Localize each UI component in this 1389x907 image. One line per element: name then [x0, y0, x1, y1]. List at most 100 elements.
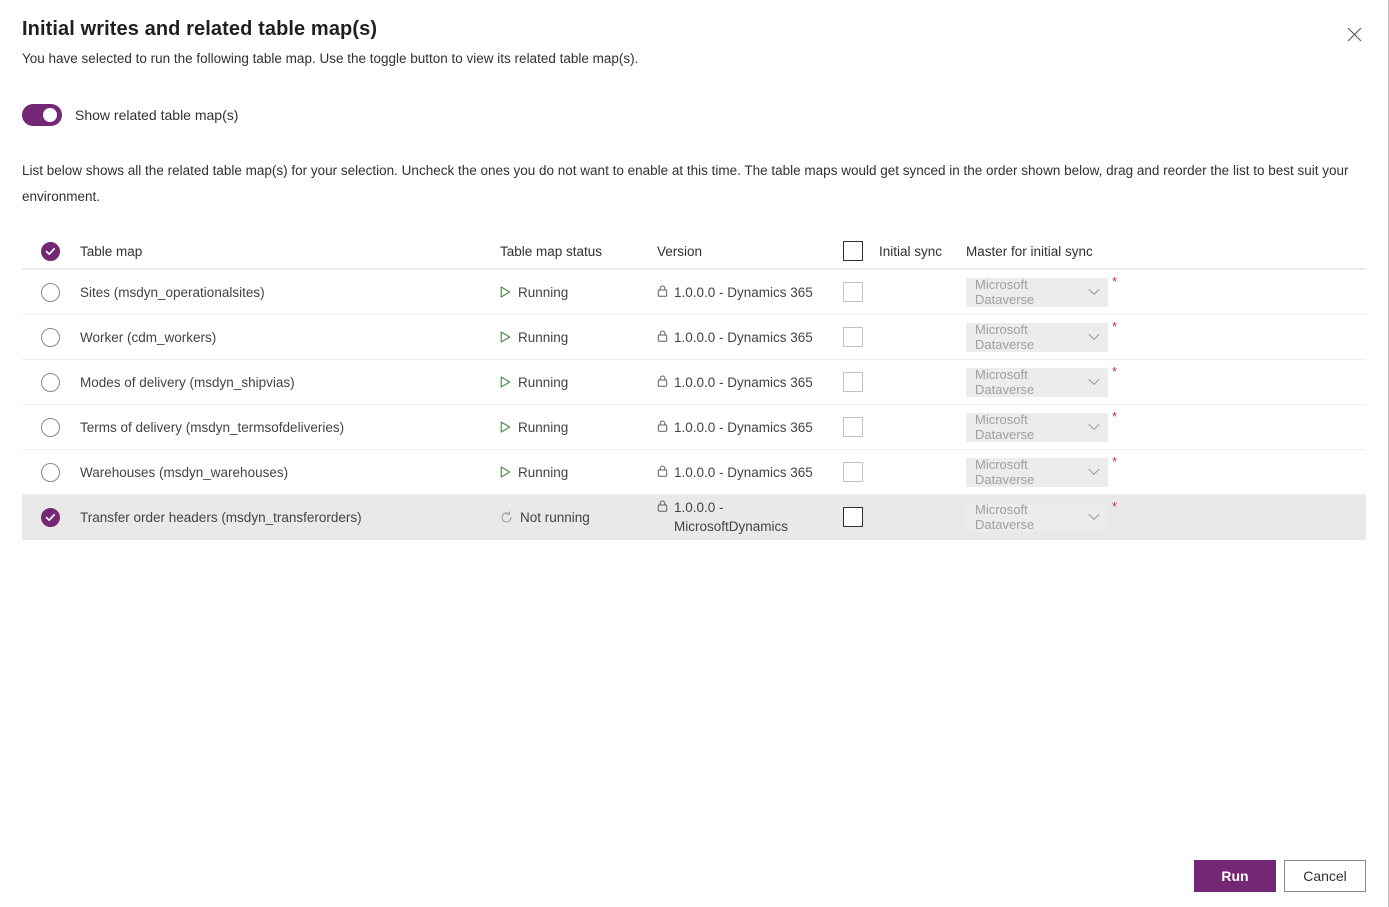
master-dropdown-value: Microsoft Dataverse: [975, 322, 1035, 352]
dialog-subtitle: You have selected to run the following t…: [22, 51, 639, 66]
row-select-cell[interactable]: [22, 462, 78, 482]
master-dropdown-value: Microsoft Dataverse: [975, 277, 1035, 307]
close-button[interactable]: [1338, 18, 1370, 50]
master-for-initial-sync-dropdown[interactable]: Microsoft Dataverse: [966, 367, 1108, 397]
master-for-initial-sync-dropdown[interactable]: Microsoft Dataverse: [966, 412, 1108, 442]
table-map-name: Sites (msdyn_operationalsites): [80, 284, 265, 300]
version-label: 1.0.0.0 - MicrosoftDynamics: [674, 500, 789, 534]
table-maps-table: Table map Table map status Version Initi…: [22, 234, 1366, 540]
row-select-circle[interactable]: [40, 282, 60, 302]
required-asterisk: *: [1112, 498, 1118, 514]
chevron-down-icon: [1088, 378, 1100, 386]
show-related-table-maps-toggle[interactable]: [22, 104, 62, 126]
refresh-icon: [500, 510, 513, 524]
play-icon: [500, 286, 511, 298]
status-label: Running: [518, 284, 569, 300]
initial-sync-checkbox[interactable]: [843, 507, 863, 527]
master-cell: Microsoft Dataverse *: [966, 453, 1366, 487]
column-header-table-map: Table map: [80, 243, 143, 259]
close-icon: [1347, 27, 1362, 42]
required-asterisk: *: [1112, 453, 1118, 469]
table-row[interactable]: Warehouses (msdyn_warehouses) Running 1.0.…: [22, 450, 1366, 495]
show-related-toggle-row: Show related table map(s): [22, 104, 238, 126]
lock-icon: [657, 418, 668, 432]
play-icon: [500, 466, 511, 478]
row-select-circle[interactable]: [40, 462, 60, 482]
version-cell: 1.0.0.0 - Dynamics 365: [657, 463, 835, 482]
master-dropdown-value: Microsoft Dataverse: [975, 457, 1035, 487]
master-dropdown-value: Microsoft Dataverse: [975, 412, 1035, 442]
initial-sync-checkbox[interactable]: [843, 417, 863, 437]
initial-sync-checkbox[interactable]: [843, 462, 863, 482]
initial-sync-cell[interactable]: [835, 462, 966, 482]
master-cell: Microsoft Dataverse *: [966, 363, 1366, 397]
master-cell: Microsoft Dataverse *: [966, 408, 1366, 442]
master-dropdown-wrap: Microsoft Dataverse *: [966, 453, 1118, 487]
master-cell: Microsoft Dataverse *: [966, 273, 1366, 307]
chevron-down-icon: [1088, 288, 1100, 296]
select-all-cell[interactable]: [22, 241, 78, 261]
row-select-cell[interactable]: [22, 507, 78, 527]
master-dropdown-value: Microsoft Dataverse: [975, 367, 1035, 397]
initial-sync-checkbox[interactable]: [843, 327, 863, 347]
run-button[interactable]: Run: [1194, 860, 1276, 892]
table-map-name: Terms of delivery (msdyn_termsofdeliveri…: [80, 419, 345, 435]
initial-sync-cell[interactable]: [835, 282, 966, 302]
column-header-status: Table map status: [500, 243, 603, 259]
page-title: Initial writes and related table map(s): [22, 18, 378, 40]
dialog-description: List below shows all the related table m…: [22, 163, 1349, 204]
row-select-circle[interactable]: [40, 417, 60, 437]
row-select-circle[interactable]: [40, 327, 60, 347]
version-label: 1.0.0.0 - Dynamics 365: [674, 329, 813, 345]
master-dropdown-wrap: Microsoft Dataverse *: [966, 498, 1118, 532]
initial-sync-cell[interactable]: [835, 327, 966, 347]
select-all-initial-sync-checkbox[interactable]: [843, 241, 863, 261]
table-map-name: Modes of delivery (msdyn_shipvias): [80, 374, 295, 390]
version-cell: 1.0.0.0 - Dynamics 365: [657, 373, 835, 392]
version-cell: 1.0.0.0 - Dynamics 365: [657, 328, 835, 347]
initial-sync-cell[interactable]: [835, 417, 966, 437]
table-row[interactable]: Terms of delivery (msdyn_termsofdeliveri…: [22, 405, 1366, 450]
table-row[interactable]: Transfer order headers (msdyn_transferor…: [22, 495, 1366, 540]
play-icon: [500, 331, 511, 343]
required-asterisk: *: [1112, 363, 1118, 379]
initial-sync-cell[interactable]: [835, 507, 966, 527]
row-select-cell[interactable]: [22, 417, 78, 437]
table-row[interactable]: Modes of delivery (msdyn_shipvias) Runnin…: [22, 360, 1366, 405]
version-label: 1.0.0.0 - Dynamics 365: [674, 464, 813, 480]
master-cell: Microsoft Dataverse *: [966, 498, 1366, 532]
select-all-checkmark-icon[interactable]: [40, 241, 60, 261]
required-asterisk: *: [1112, 408, 1118, 424]
table-row[interactable]: Sites (msdyn_operationalsites) Running 1.0…: [22, 270, 1366, 315]
table-map-status: Running: [500, 465, 657, 480]
lock-icon: [657, 498, 668, 512]
initial-sync-checkbox[interactable]: [843, 372, 863, 392]
master-for-initial-sync-dropdown[interactable]: Microsoft Dataverse: [966, 277, 1108, 307]
status-label: Running: [518, 419, 569, 435]
master-dropdown-wrap: Microsoft Dataverse *: [966, 408, 1118, 442]
initial-sync-cell[interactable]: [835, 372, 966, 392]
column-header-version: Version: [657, 243, 703, 259]
row-select-cell[interactable]: [22, 372, 78, 392]
version-label: 1.0.0.0 - Dynamics 365: [674, 374, 813, 390]
status-label: Not running: [520, 509, 590, 525]
initial-sync-checkbox[interactable]: [843, 282, 863, 302]
row-select-cell[interactable]: [22, 282, 78, 302]
table-map-status: Running: [500, 420, 657, 435]
table-row[interactable]: Worker (cdm_workers) Running 1.0.0.0 - Dyn…: [22, 315, 1366, 360]
master-for-initial-sync-dropdown[interactable]: Microsoft Dataverse: [966, 322, 1108, 352]
version-label: 1.0.0.0 - Dynamics 365: [674, 419, 813, 435]
row-select-cell[interactable]: [22, 327, 78, 347]
toggle-label: Show related table map(s): [75, 107, 239, 123]
master-for-initial-sync-dropdown[interactable]: Microsoft Dataverse: [966, 457, 1108, 487]
table-body: Sites (msdyn_operationalsites) Running 1.0…: [22, 270, 1366, 540]
cancel-button[interactable]: Cancel: [1284, 860, 1366, 892]
required-asterisk: *: [1112, 273, 1118, 289]
row-select-checkmark-icon[interactable]: [40, 507, 60, 527]
play-icon: [500, 376, 511, 388]
chevron-down-icon: [1088, 333, 1100, 341]
dialog-footer: Run Cancel: [1194, 860, 1366, 892]
table-map-name: Transfer order headers (msdyn_transferor…: [80, 509, 362, 525]
row-select-circle[interactable]: [40, 372, 60, 392]
master-for-initial-sync-dropdown[interactable]: Microsoft Dataverse: [966, 502, 1108, 532]
